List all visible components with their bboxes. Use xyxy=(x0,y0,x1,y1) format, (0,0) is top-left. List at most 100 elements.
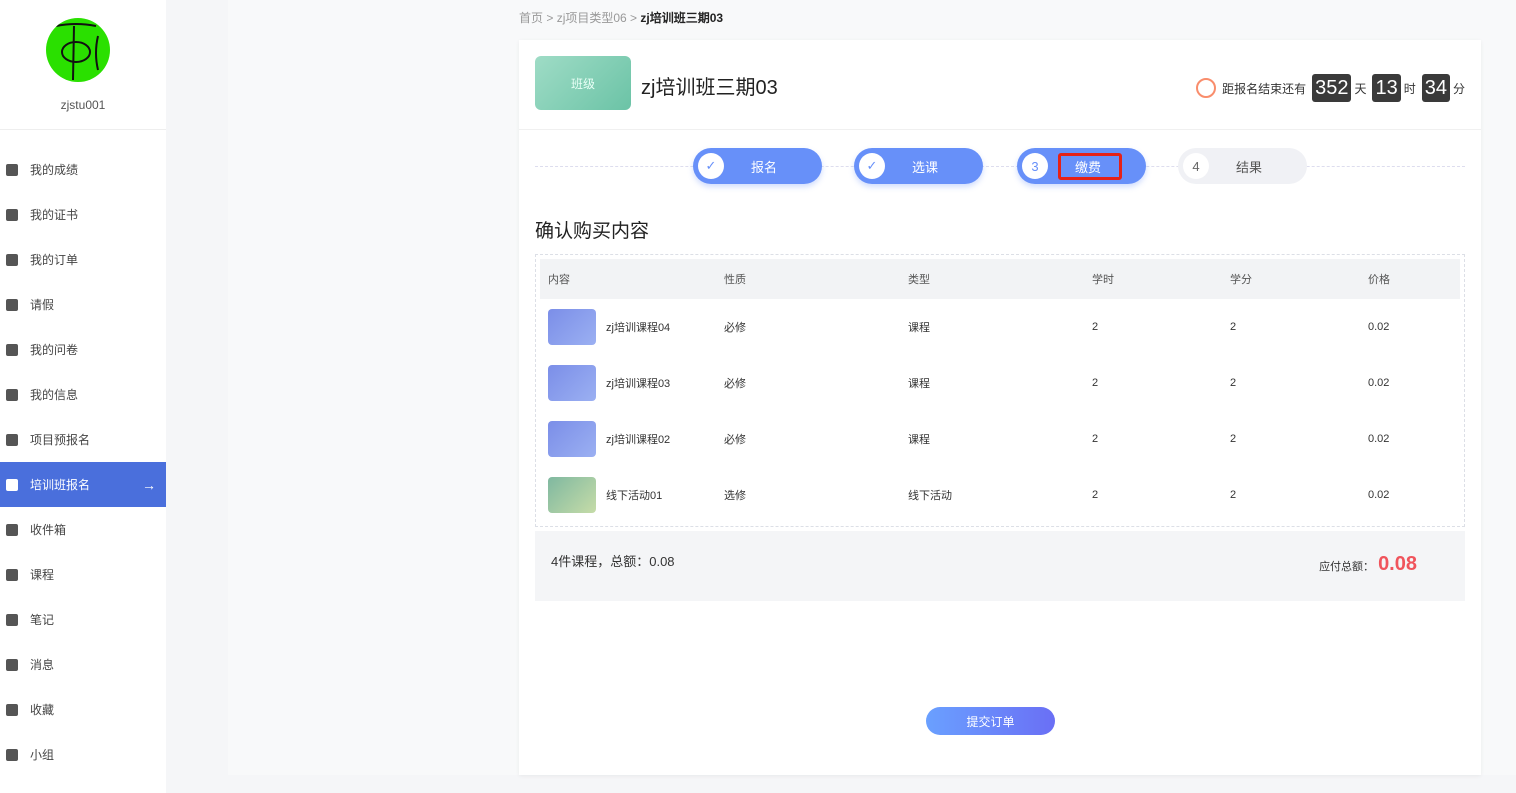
table-cell: 课程 xyxy=(908,434,930,446)
sidebar-item-label: 消息 xyxy=(30,658,55,672)
course-thumbnail xyxy=(548,477,596,513)
sidebar-item[interactable]: 我的订单 xyxy=(0,237,166,282)
step-select-course: ✓ 选课 xyxy=(854,148,983,184)
col-nature: 性质 xyxy=(724,274,746,286)
sidebar-item[interactable]: 小组 xyxy=(0,732,166,777)
sidebar-item-label: 我的订单 xyxy=(30,253,79,267)
minutes-unit: 分 xyxy=(1452,81,1465,96)
sidebar-item[interactable]: 我的证书 xyxy=(0,192,166,237)
sidebar-item[interactable]: 请假 xyxy=(0,282,166,327)
check-icon: ✓ xyxy=(859,153,885,179)
sidebar-item-label: 我的证书 xyxy=(30,208,79,222)
table-header: 内容 性质 类型 学时 学分 价格 xyxy=(540,259,1460,299)
countdown: 距报名结束还有 352 天 13 时 34 分 xyxy=(1196,74,1465,102)
step-label: 选课 xyxy=(911,159,938,175)
submit-order-button[interactable]: 提交订单 xyxy=(926,707,1055,735)
purchase-table: 内容 性质 类型 学时 学分 价格 zj培训课程04 必修 课程 2 2 0.02 zj培训… xyxy=(535,254,1465,527)
menu-icon xyxy=(6,568,18,581)
menu-icon xyxy=(6,703,18,716)
menu-icon xyxy=(6,433,18,446)
alarm-clock-icon xyxy=(1196,78,1217,98)
step-payment: 3 缴费 xyxy=(1017,148,1146,184)
countdown-hours: 13 xyxy=(1372,74,1401,102)
menu-icon xyxy=(6,343,18,356)
countdown-days: 352 xyxy=(1312,74,1352,102)
sidebar-item[interactable]: 笔记 xyxy=(0,597,166,642)
step-register: ✓ 报名 xyxy=(693,148,822,184)
table-cell: 0.02 xyxy=(1368,321,1390,333)
table-cell: 选修 xyxy=(724,490,746,502)
table-cell: 2 xyxy=(1092,489,1099,501)
sidebar: zjstu001 我的成绩 我的证书 我的订单 请假 我的问卷 我的信息 项目预报名 培训班报… xyxy=(0,0,166,793)
breadcrumb: 首页 > zj项目类型06 > zj培训班三期03 xyxy=(519,11,724,25)
table-cell: 0.02 xyxy=(1368,489,1390,501)
sidebar-item-label: 我的成绩 xyxy=(30,163,79,177)
breadcrumb-home[interactable]: 首页 xyxy=(519,11,543,25)
sidebar-item-label: 笔记 xyxy=(30,613,55,627)
table-cell: 2 xyxy=(1092,377,1099,389)
sidebar-item[interactable]: 收件箱 xyxy=(0,507,166,552)
table-cell: 0.02 xyxy=(1368,377,1390,389)
class-thumbnail: 班级 xyxy=(535,56,631,110)
menu-icon xyxy=(6,253,18,266)
steps-line xyxy=(535,166,1465,167)
menu-icon xyxy=(6,298,18,311)
table-cell: 必修 xyxy=(724,378,746,390)
sidebar-item[interactable]: 消息 xyxy=(0,642,166,687)
col-credits: 学分 xyxy=(1230,274,1252,286)
sidebar-item-label: 收藏 xyxy=(30,703,55,717)
course-name: zj培训课程02 xyxy=(606,434,671,446)
course-thumbnail xyxy=(548,365,596,401)
sidebar-menu: 我的成绩我的证书我的订单请假我的问卷我的信息项目预报名培训班报名 → 收件箱课程笔记… xyxy=(0,147,166,777)
order-card: 班级 zj培训班三期03 距报名结束还有 352 天 13 时 34 分 ✓ 报名 ✓ 选… xyxy=(519,40,1481,775)
table-cell: 2 xyxy=(1092,433,1099,445)
breadcrumb-project-type[interactable]: zj项目类型06 xyxy=(557,11,627,25)
sidebar-item[interactable]: 课程 xyxy=(0,552,166,597)
cell-content: zj培训课程02 xyxy=(540,421,724,457)
table-cell: 课程 xyxy=(908,322,930,334)
table-cell: 2 xyxy=(1230,321,1237,333)
sidebar-item[interactable]: 收藏 xyxy=(0,687,166,732)
step-number: 4 xyxy=(1183,153,1209,179)
hours-unit: 时 xyxy=(1403,81,1416,96)
table-cell: 必修 xyxy=(724,434,746,446)
countdown-minutes: 34 xyxy=(1421,74,1450,102)
arrow-right-icon: → xyxy=(142,476,156,493)
sidebar-item-label: 我的问卷 xyxy=(30,343,79,357)
menu-icon xyxy=(6,523,18,536)
col-price: 价格 xyxy=(1368,274,1390,286)
sidebar-item[interactable]: 我的信息 xyxy=(0,372,166,417)
divider xyxy=(0,129,166,130)
sidebar-item-label: 我的信息 xyxy=(30,388,79,402)
course-thumbnail xyxy=(548,309,596,345)
sidebar-item[interactable]: 培训班报名 → xyxy=(0,462,166,507)
menu-icon xyxy=(6,748,18,761)
order-summary: 4件课程，总额：0.08 应付总额： 0.08 xyxy=(535,531,1465,601)
sidebar-item-label: 小组 xyxy=(30,748,55,762)
menu-icon xyxy=(6,478,18,491)
sidebar-item-label: 课程 xyxy=(30,568,55,582)
table-row: zj培训课程03 必修 课程 2 2 0.02 xyxy=(540,355,1460,411)
table-row: zj培训课程02 必修 课程 2 2 0.02 xyxy=(540,411,1460,467)
breadcrumb-current: zj培训班三期03 xyxy=(640,11,724,25)
summary-total: 4件课程，总额：0.08 xyxy=(551,554,675,569)
sidebar-item[interactable]: 我的成绩 xyxy=(0,147,166,192)
sidebar-item-label: 请假 xyxy=(30,298,55,312)
sidebar-item[interactable]: 我的问卷 xyxy=(0,327,166,372)
payable-total: 应付总额： 0.08 xyxy=(1319,553,1417,576)
avatar[interactable] xyxy=(46,18,110,82)
step-label: 报名 xyxy=(750,159,777,175)
sidebar-item-label: 项目预报名 xyxy=(30,433,91,447)
cell-content: zj培训课程03 xyxy=(540,365,724,401)
table-cell: 0.02 xyxy=(1368,433,1390,445)
course-name: 线下活动01 xyxy=(606,490,663,502)
sidebar-item[interactable]: 项目预报名 xyxy=(0,417,166,462)
col-hours: 学时 xyxy=(1092,274,1114,286)
payable-amount: 0.08 xyxy=(1378,553,1417,575)
section-title: 确认购买内容 xyxy=(535,221,650,242)
menu-icon xyxy=(6,208,18,221)
step-label: 结果 xyxy=(1235,159,1262,175)
countdown-label: 距报名结束还有 xyxy=(1222,81,1307,96)
step-result: 4 结果 xyxy=(1178,148,1307,184)
sidebar-item-label: 培训班报名 xyxy=(30,478,91,492)
